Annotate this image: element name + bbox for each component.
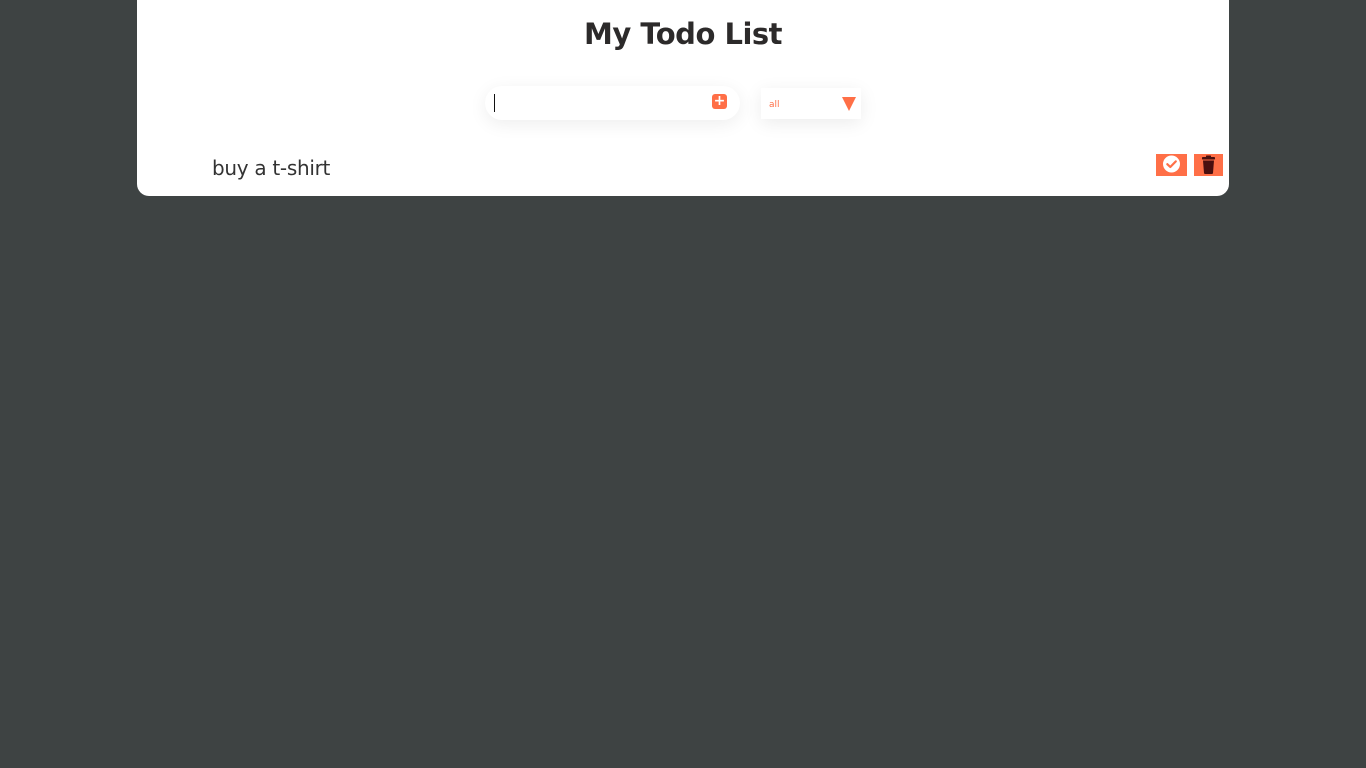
todo-input[interactable] [493,91,703,115]
todo-card: My Todo List + all buy a t-shirt [137,0,1229,196]
triangle-down-icon [842,97,856,111]
complete-todo-button[interactable] [1156,154,1187,176]
page-title: My Todo List [583,17,783,51]
delete-todo-button[interactable] [1194,154,1223,176]
plus-icon: + [713,93,726,109]
filter-select[interactable]: all [761,88,861,119]
todo-input-container: + [485,86,740,120]
add-todo-button[interactable]: + [712,94,727,109]
filter-selected-value: all [769,100,780,110]
todo-item: buy a t-shirt [212,150,1223,188]
trash-icon [1202,155,1215,174]
check-circle-icon [1163,155,1180,173]
todo-item-text: buy a t-shirt [212,156,331,180]
text-caret [494,94,495,112]
